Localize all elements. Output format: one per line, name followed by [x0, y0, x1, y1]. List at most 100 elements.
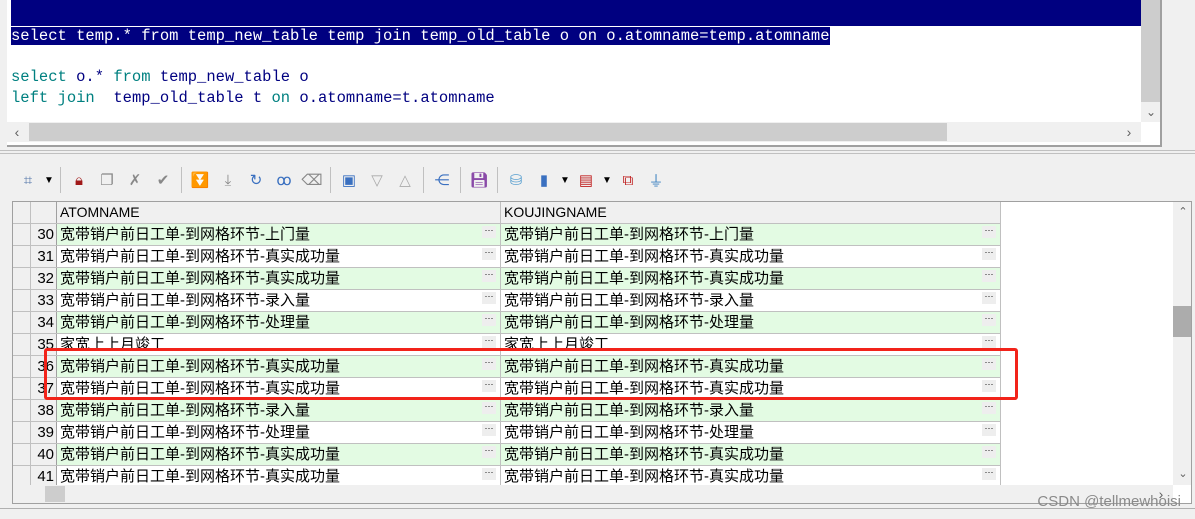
row-indicator[interactable] — [13, 466, 31, 487]
scroll-left-icon[interactable]: ‹ — [7, 122, 27, 142]
cell-koujingname[interactable]: 宽带销户前日工单-到网格环节-真实成功量 ··· — [501, 356, 1001, 377]
cell-koujingname[interactable]: 家宽上上月竣工 ··· — [501, 334, 1001, 355]
cell-koujingname[interactable]: 宽带销户前日工单-到网格环节-真实成功量 ··· — [501, 268, 1001, 289]
grid-vertical-scrollbar[interactable]: ⌃ ⌄ — [1173, 202, 1191, 485]
grid-options-icon[interactable]: ▤ — [572, 167, 600, 193]
sort-desc-icon[interactable]: ▽ — [363, 167, 391, 193]
row-indicator[interactable] — [13, 378, 31, 399]
ellipsis-button[interactable]: ··· — [982, 424, 996, 436]
row-indicator[interactable] — [13, 400, 31, 421]
clear-icon[interactable]: ⌫ — [298, 167, 326, 193]
chevron-down-icon[interactable]: ▼ — [600, 167, 614, 193]
cell-atomname[interactable]: 宽带销户前日工单-到网格环节-录入量 ··· — [57, 290, 501, 311]
cell-atomname[interactable]: 宽带销户前日工单-到网格环节-真实成功量 ··· — [57, 356, 501, 377]
ellipsis-button[interactable]: ··· — [982, 380, 996, 392]
ellipsis-button[interactable]: ··· — [982, 336, 996, 348]
ellipsis-button[interactable]: ··· — [482, 226, 496, 238]
cell-atomname[interactable]: 宽带销户前日工单-到网格环节-真实成功量 ··· — [57, 246, 501, 267]
ellipsis-button[interactable]: ··· — [982, 446, 996, 458]
row-indicator[interactable] — [13, 268, 31, 289]
table-row[interactable]: 36 宽带销户前日工单-到网格环节-真实成功量 ··· 宽带销户前日工单-到网格环… — [13, 356, 1001, 378]
scroll-thumb[interactable] — [1173, 306, 1191, 337]
table-row[interactable]: 33 宽带销户前日工单-到网格环节-录入量 ··· 宽带销户前日工单-到网格环节-… — [13, 290, 1001, 312]
ellipsis-button[interactable]: ··· — [982, 248, 996, 260]
editor-horizontal-scrollbar[interactable]: ‹ › — [7, 122, 1141, 142]
results-grid[interactable]: ATOMNAME KOUJINGNAME 30 宽带销户前日工单-到网格环节-上… — [12, 201, 1192, 504]
ellipsis-button[interactable]: ··· — [982, 270, 996, 282]
ellipsis-button[interactable]: ··· — [482, 270, 496, 282]
ellipsis-button[interactable]: ··· — [482, 336, 496, 348]
export-icon[interactable]: ⛁ — [502, 167, 530, 193]
single-record-view-icon[interactable]: ▣ — [335, 167, 363, 193]
ellipsis-button[interactable]: ··· — [482, 314, 496, 326]
scroll-down-icon[interactable]: ⌄ — [1141, 102, 1160, 122]
table-row[interactable]: 34 宽带销户前日工单-到网格环节-处理量 ··· 宽带销户前日工单-到网格环节-… — [13, 312, 1001, 334]
post-icon[interactable]: ✔ — [149, 167, 177, 193]
editor-vertical-scrollbar[interactable]: ⌄ — [1141, 0, 1160, 122]
compare-icon[interactable]: ⧉ — [614, 167, 642, 193]
scroll-down-icon[interactable]: ⌄ — [1173, 464, 1191, 484]
ellipsis-button[interactable]: ··· — [482, 402, 496, 414]
row-indicator[interactable] — [13, 422, 31, 443]
ellipsis-button[interactable]: ··· — [982, 314, 996, 326]
select-mode-icon[interactable]: ⌗ — [14, 167, 42, 193]
table-row[interactable]: 32 宽带销户前日工单-到网格环节-真实成功量 ··· 宽带销户前日工单-到网格环… — [13, 268, 1001, 290]
ellipsis-button[interactable]: ··· — [982, 402, 996, 414]
scroll-up-icon[interactable]: ⌃ — [1173, 202, 1191, 222]
table-row[interactable]: 31 宽带销户前日工单-到网格环节-真实成功量 ··· 宽带销户前日工单-到网格环… — [13, 246, 1001, 268]
cell-koujingname[interactable]: 宽带销户前日工单-到网格环节-处理量 ··· — [501, 422, 1001, 443]
grid-horizontal-scrollbar[interactable]: › — [13, 485, 1173, 503]
new-record-icon[interactable]: ❐ — [93, 167, 121, 193]
ellipsis-button[interactable]: ··· — [482, 468, 496, 480]
table-row[interactable]: 37 宽带销户前日工单-到网格环节-真实成功量 ··· 宽带销户前日工单-到网格环… — [13, 378, 1001, 400]
scroll-thumb[interactable] — [29, 123, 947, 141]
cell-koujingname[interactable]: 宽带销户前日工单-到网格环节-真实成功量 ··· — [501, 378, 1001, 399]
delete-record-icon[interactable]: ✗ — [121, 167, 149, 193]
query-plan-icon[interactable]: ⋲ — [428, 167, 456, 193]
row-indicator[interactable] — [13, 334, 31, 355]
filter-icon[interactable]: ⏚ — [642, 167, 670, 193]
sort-asc-icon[interactable]: △ — [391, 167, 419, 193]
chevron-down-icon[interactable]: ▼ — [42, 167, 56, 193]
cell-koujingname[interactable]: 宽带销户前日工单-到网格环节-上门量 ··· — [501, 224, 1001, 245]
ellipsis-button[interactable]: ··· — [482, 358, 496, 370]
ellipsis-button[interactable]: ··· — [982, 468, 996, 480]
cell-koujingname[interactable]: 宽带销户前日工单-到网格环节-真实成功量 ··· — [501, 466, 1001, 487]
cell-koujingname[interactable]: 宽带销户前日工单-到网格环节-处理量 ··· — [501, 312, 1001, 333]
ellipsis-button[interactable]: ··· — [482, 424, 496, 436]
cell-atomname[interactable]: 宽带销户前日工单-到网格环节-真实成功量 ··· — [57, 466, 501, 487]
cell-koujingname[interactable]: 宽带销户前日工单-到网格环节-真实成功量 ··· — [501, 246, 1001, 267]
scroll-right-icon[interactable]: › — [1119, 122, 1139, 142]
cell-atomname[interactable]: 宽带销户前日工单-到网格环节-处理量 ··· — [57, 422, 501, 443]
cell-atomname[interactable]: 宽带销户前日工单-到网格环节-录入量 ··· — [57, 400, 501, 421]
ellipsis-button[interactable]: ··· — [982, 292, 996, 304]
ellipsis-button[interactable]: ··· — [482, 446, 496, 458]
row-indicator[interactable] — [13, 224, 31, 245]
splitter[interactable] — [0, 150, 1195, 154]
chevron-down-icon[interactable]: ▼ — [558, 167, 572, 193]
sql-editor[interactable]: select temp.* from temp_new_table temp j… — [7, 0, 1162, 147]
cell-atomname[interactable]: 宽带销户前日工单-到网格环节-处理量 ··· — [57, 312, 501, 333]
row-indicator[interactable] — [13, 356, 31, 377]
ellipsis-button[interactable]: ··· — [482, 292, 496, 304]
row-indicator[interactable] — [13, 312, 31, 333]
ellipsis-button[interactable]: ··· — [982, 226, 996, 238]
table-row[interactable]: 40 宽带销户前日工单-到网格环节-真实成功量 ··· 宽带销户前日工单-到网格环… — [13, 444, 1001, 466]
cell-atomname[interactable]: 家宽上上月竣工 ··· — [57, 334, 501, 355]
column-header-koujingname[interactable]: KOUJINGNAME — [501, 202, 1001, 223]
ellipsis-button[interactable]: ··· — [482, 380, 496, 392]
cell-atomname[interactable]: 宽带销户前日工单-到网格环节-真实成功量 ··· — [57, 268, 501, 289]
chart-icon[interactable]: ▮ — [530, 167, 558, 193]
ellipsis-button[interactable]: ··· — [482, 248, 496, 260]
cell-atomname[interactable]: 宽带销户前日工单-到网格环节-上门量 ··· — [57, 224, 501, 245]
ellipsis-button[interactable]: ··· — [982, 358, 996, 370]
cell-atomname[interactable]: 宽带销户前日工单-到网格环节-真实成功量 ··· — [57, 444, 501, 465]
row-indicator[interactable] — [13, 290, 31, 311]
scroll-thumb[interactable] — [45, 486, 65, 502]
table-row[interactable]: 38 宽带销户前日工单-到网格环节-录入量 ··· 宽带销户前日工单-到网格环节-… — [13, 400, 1001, 422]
next-record-icon[interactable]: ⏬ — [186, 167, 214, 193]
row-indicator[interactable] — [13, 246, 31, 267]
table-row[interactable]: 30 宽带销户前日工单-到网格环节-上门量 ··· 宽带销户前日工单-到网格环节-… — [13, 224, 1001, 246]
cell-koujingname[interactable]: 宽带销户前日工单-到网格环节-录入量 ··· — [501, 290, 1001, 311]
cell-koujingname[interactable]: 宽带销户前日工单-到网格环节-真实成功量 ··· — [501, 444, 1001, 465]
